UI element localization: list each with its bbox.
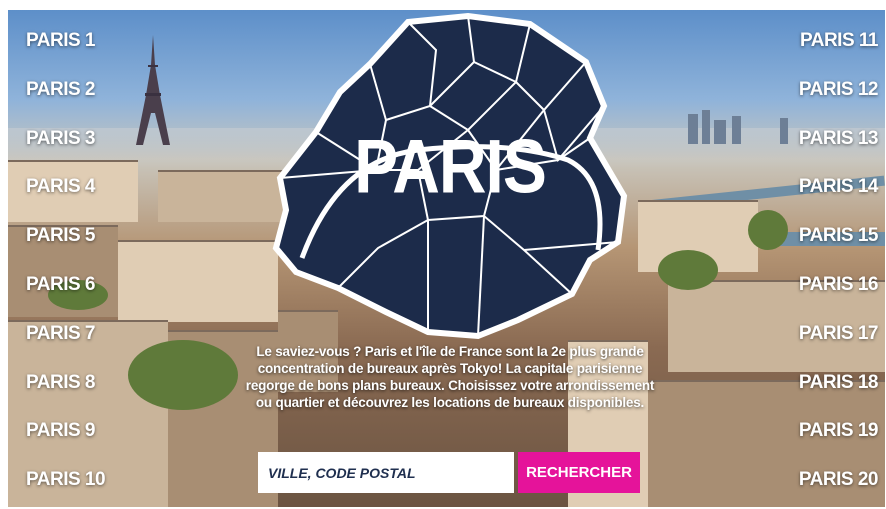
arrondissement-link[interactable]: PARIS 14: [799, 176, 879, 198]
arrondissement-link[interactable]: PARIS 11: [800, 30, 879, 52]
arrondissement-link[interactable]: PARIS 10: [26, 469, 106, 491]
arrondissement-link[interactable]: PARIS 3: [26, 128, 96, 150]
arrondissement-link[interactable]: PARIS 7: [26, 323, 96, 345]
arrondissement-link[interactable]: PARIS 9: [26, 420, 96, 442]
eiffel-tower-icon: [136, 35, 170, 145]
arrondissement-link[interactable]: PARIS 16: [799, 274, 879, 296]
map-title: PARIS: [354, 123, 547, 209]
arrondissement-link[interactable]: PARIS 5: [26, 225, 96, 247]
arrondissement-link[interactable]: PARIS 12: [799, 79, 879, 101]
arrondissement-link[interactable]: PARIS 8: [26, 372, 96, 394]
search-button[interactable]: RECHERCHER: [518, 452, 640, 493]
arrondissement-link[interactable]: PARIS 20: [799, 469, 879, 491]
arrondissement-link[interactable]: PARIS 19: [799, 420, 879, 442]
arrondissement-link[interactable]: PARIS 2: [26, 79, 96, 101]
arrondissement-link[interactable]: PARIS 18: [799, 372, 879, 394]
arrondissement-link[interactable]: PARIS 6: [26, 274, 96, 296]
arrondissement-link[interactable]: PARIS 13: [799, 128, 879, 150]
arrondissement-link[interactable]: PARIS 4: [26, 176, 96, 198]
intro-text: Le saviez-vous ? Paris et l'île de Franc…: [245, 344, 655, 410]
arrondissement-link[interactable]: PARIS 15: [799, 225, 879, 247]
arrondissement-link[interactable]: PARIS 17: [799, 323, 879, 345]
arrondissement-link[interactable]: PARIS 1: [26, 30, 96, 52]
search-input[interactable]: [258, 452, 514, 493]
